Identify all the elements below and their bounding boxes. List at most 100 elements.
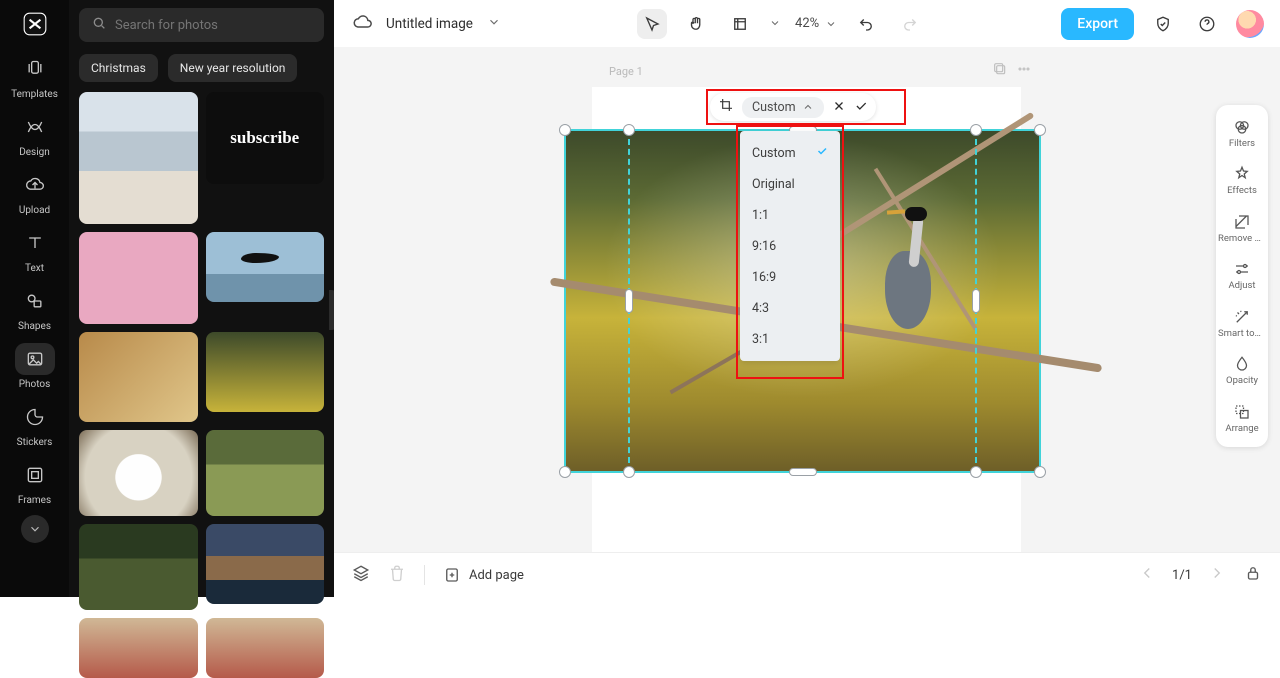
crop-handle[interactable] — [623, 124, 635, 136]
prop-adjust[interactable]: Adjust — [1216, 255, 1268, 296]
photo-thumb[interactable] — [206, 232, 325, 302]
document-title[interactable]: Untitled image — [386, 16, 473, 32]
photo-thumb[interactable] — [79, 92, 198, 224]
canvas-area[interactable]: Page 1 Custom — [334, 47, 1280, 552]
photo-thumb[interactable] — [79, 618, 198, 678]
prop-label: Opacity — [1226, 376, 1258, 386]
search-input-wrap[interactable] — [79, 8, 324, 42]
photo-thumb[interactable] — [79, 232, 198, 324]
search-input[interactable] — [115, 18, 312, 33]
zoom-value: 42% — [795, 16, 819, 31]
rail-more[interactable] — [21, 515, 49, 543]
rail-upload[interactable]: Upload — [0, 163, 69, 221]
prop-label: Smart tools — [1218, 329, 1266, 339]
prop-label: Effects — [1227, 186, 1257, 196]
photo-thumb[interactable] — [206, 618, 325, 678]
lock-icon[interactable] — [1244, 564, 1262, 586]
select-tool[interactable] — [637, 9, 667, 39]
artboard-tool[interactable] — [725, 9, 755, 39]
rail-label: Text — [25, 263, 44, 274]
prop-remove-bg[interactable]: Remove backgr... — [1216, 208, 1268, 249]
crop-option-1-1[interactable]: 1:1 — [740, 200, 840, 231]
duplicate-page-icon[interactable] — [992, 61, 1008, 81]
photo-thumb[interactable] — [206, 524, 325, 604]
prop-effects[interactable]: Effects — [1216, 160, 1268, 201]
text-icon — [15, 227, 55, 259]
divider — [424, 565, 425, 585]
crop-handle[interactable] — [972, 289, 980, 313]
templates-icon — [15, 53, 55, 85]
rail-design[interactable]: Design — [0, 105, 69, 163]
prop-smart-tools[interactable]: Smart tools — [1216, 303, 1268, 344]
suggestion-chips: Christmas New year resolution — [79, 54, 324, 82]
user-avatar[interactable] — [1236, 10, 1264, 38]
crop-handle[interactable] — [623, 466, 635, 478]
rail-stickers[interactable]: Stickers — [0, 395, 69, 453]
prop-label: Remove backgr... — [1218, 234, 1266, 244]
crop-icon[interactable] — [718, 97, 734, 117]
prop-opacity[interactable]: Opacity — [1216, 350, 1268, 391]
layers-icon[interactable] — [352, 564, 370, 586]
crop-option-4-3[interactable]: 4:3 — [740, 293, 840, 324]
title-chevron-icon[interactable] — [487, 14, 501, 33]
crop-handle[interactable] — [970, 124, 982, 136]
upload-icon — [15, 169, 55, 201]
crop-option-3-1[interactable]: 3:1 — [740, 324, 840, 355]
artboard-chevron-icon[interactable] — [769, 14, 781, 33]
photo-thumb[interactable] — [79, 332, 198, 422]
prop-arrange[interactable]: Arrange — [1216, 398, 1268, 439]
rail-label: Frames — [18, 495, 51, 506]
shield-icon[interactable] — [1148, 9, 1178, 39]
photo-thumb[interactable] — [79, 430, 198, 516]
rail-shapes[interactable]: Shapes — [0, 279, 69, 337]
zoom-display[interactable]: 42% — [795, 16, 837, 31]
prop-filters[interactable]: Filters — [1216, 113, 1268, 154]
resize-handle[interactable] — [559, 124, 571, 136]
next-page-button[interactable] — [1208, 564, 1226, 586]
crop-option-original[interactable]: Original — [740, 169, 840, 200]
crop-option-16-9[interactable]: 16:9 — [740, 262, 840, 293]
redo-button[interactable] — [895, 9, 925, 39]
photo-thumb[interactable] — [206, 332, 325, 412]
chevron-up-icon — [802, 101, 814, 113]
crop-ratio-value: Custom — [752, 100, 796, 115]
crop-option-9-16[interactable]: 9:16 — [740, 231, 840, 262]
option-label: Original — [752, 177, 795, 192]
crop-cancel-button[interactable] — [832, 98, 846, 117]
photos-panel: Christmas New year resolution subscribe — [69, 0, 334, 597]
rail-templates[interactable]: Templates — [0, 47, 69, 105]
resize-handle[interactable] — [559, 466, 571, 478]
photo-thumb[interactable]: subscribe — [206, 92, 325, 184]
crop-confirm-button[interactable] — [854, 98, 868, 117]
hand-tool[interactable] — [681, 9, 711, 39]
top-bar: Untitled image 42% Export — [334, 0, 1280, 47]
add-page-button[interactable]: Add page — [443, 566, 524, 584]
check-icon — [816, 145, 828, 161]
crop-handle[interactable] — [625, 289, 633, 313]
option-label: 4:3 — [752, 301, 769, 316]
photo-thumb[interactable] — [79, 524, 198, 610]
chip-christmas[interactable]: Christmas — [79, 54, 158, 82]
crop-ratio-select[interactable]: Custom — [742, 97, 824, 118]
help-icon[interactable] — [1192, 9, 1222, 39]
cloud-sync-icon[interactable] — [352, 12, 372, 36]
crop-handle[interactable] — [970, 466, 982, 478]
rail-photos[interactable]: Photos — [0, 337, 69, 395]
export-button[interactable]: Export — [1061, 8, 1134, 40]
design-icon — [15, 111, 55, 143]
app-logo[interactable] — [0, 0, 69, 47]
page-more-icon[interactable] — [1016, 61, 1032, 81]
photo-grid: subscribe — [79, 92, 324, 678]
resize-handle[interactable] — [1034, 124, 1046, 136]
rail-frames[interactable]: Frames — [0, 453, 69, 511]
crop-handle[interactable] — [789, 468, 817, 476]
chip-new-year[interactable]: New year resolution — [168, 54, 298, 82]
resize-handle[interactable] — [1034, 466, 1046, 478]
undo-button[interactable] — [851, 9, 881, 39]
rail-text[interactable]: Text — [0, 221, 69, 279]
prop-label: Adjust — [1228, 281, 1255, 291]
rail-label: Upload — [19, 205, 50, 216]
photo-thumb[interactable] — [206, 430, 325, 516]
prev-page-button[interactable] — [1138, 564, 1156, 586]
crop-option-custom[interactable]: Custom — [740, 137, 840, 169]
